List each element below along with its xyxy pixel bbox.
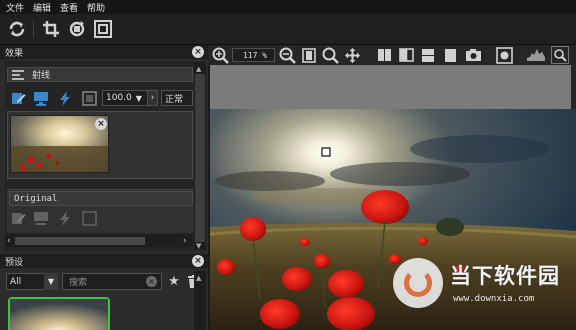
side-by-side-icon[interactable]: [398, 47, 414, 63]
refresh-icon[interactable]: [6, 18, 28, 40]
preset-search-input[interactable]: 搜索 ×: [62, 273, 162, 290]
lightning-icon[interactable]: [57, 90, 73, 106]
h-scroll-thumb[interactable]: [15, 237, 145, 245]
category-dropdown-icon[interactable]: ▼: [44, 273, 58, 290]
menu-edit[interactable]: 编辑: [33, 1, 51, 14]
opacity-value: 100.0: [106, 93, 132, 103]
clear-search-icon[interactable]: ×: [146, 276, 157, 287]
watermark-url: www.downxia.com: [453, 294, 535, 304]
scroll-left-icon[interactable]: ‹: [7, 236, 11, 246]
presets-scrollbar[interactable]: ▲: [194, 271, 206, 330]
effects-panel-header: 效果: [0, 45, 208, 59]
blend-mode-select[interactable]: 正常: [161, 90, 193, 106]
opacity-dropdown-icon[interactable]: ▼: [136, 94, 142, 103]
effects-h-scrollbar[interactable]: ‹ ›: [5, 235, 193, 247]
mask-icon[interactable]: [81, 210, 97, 226]
left-panel: 效果 × 射线 100.0 ▼ › 正常 × ▲ ▼ Original ‹ › …: [0, 45, 208, 330]
pan-move-icon[interactable]: [343, 46, 361, 64]
zoom-in-icon[interactable]: [211, 46, 229, 64]
next-arrow-icon[interactable]: ›: [147, 90, 158, 106]
navigator-icon[interactable]: [551, 46, 569, 64]
actual-size-icon[interactable]: [321, 46, 339, 64]
canvas-edge: [571, 65, 576, 109]
compare-icon[interactable]: [495, 46, 513, 64]
watermark-title: 当下软件园: [450, 264, 560, 288]
toolbar-divider: [33, 20, 34, 38]
menu-bar: 文件 编辑 查看 帮助: [0, 0, 576, 14]
canvas-border: [210, 65, 571, 109]
presets-panel-title: 预设: [5, 257, 24, 268]
histogram-icon[interactable]: [526, 47, 546, 63]
presets-panel-header: 预设: [0, 254, 208, 268]
remove-filter-icon[interactable]: ×: [95, 118, 107, 130]
split-horizontal-icon[interactable]: [420, 47, 436, 63]
edit-icon[interactable]: [10, 210, 26, 226]
zoom-level-value: 117 %: [242, 50, 268, 60]
scroll-right-icon[interactable]: ›: [183, 236, 187, 246]
preset-category-value: All: [10, 276, 22, 287]
menu-view[interactable]: 查看: [60, 1, 78, 14]
original-filter-header[interactable]: Original: [9, 191, 193, 206]
monitor-icon[interactable]: [33, 210, 49, 226]
split-view-icon[interactable]: [376, 47, 392, 63]
scroll-up-icon[interactable]: ▲: [196, 65, 201, 73]
crop-icon[interactable]: [40, 18, 62, 40]
filter-name: 射线: [32, 71, 51, 81]
filter-header[interactable]: 射线: [7, 67, 193, 82]
effects-panel-title: 效果: [5, 48, 24, 59]
snapshot-camera-icon[interactable]: [464, 47, 482, 63]
fit-window-icon[interactable]: [301, 47, 317, 63]
blend-mode-value: 正常: [165, 94, 184, 105]
main-image-canvas[interactable]: 当下软件园 www.downxia.com: [210, 109, 576, 330]
favorite-star-icon[interactable]: ★: [167, 274, 181, 289]
rotate-icon[interactable]: [66, 18, 88, 40]
preset-search-placeholder: 搜索: [69, 278, 88, 288]
monitor-icon[interactable]: [33, 90, 49, 106]
original-filter-controls: [10, 209, 110, 227]
lightning-icon[interactable]: [57, 210, 73, 226]
effects-scrollbar[interactable]: ▲ ▼: [194, 62, 206, 250]
presets-close-icon[interactable]: ×: [192, 255, 204, 267]
fit-screen-icon[interactable]: [92, 18, 114, 40]
mask-icon[interactable]: [81, 90, 97, 106]
filter-menu-icon[interactable]: [10, 68, 26, 81]
menu-help[interactable]: 帮助: [87, 1, 105, 14]
zoom-level-field[interactable]: 117 %: [232, 48, 275, 62]
scroll-thumb[interactable]: [195, 74, 205, 242]
watermark-logo-mark: [404, 269, 432, 297]
scroll-down-icon[interactable]: ▼: [196, 242, 201, 250]
presets-scroll-up-icon[interactable]: ▲: [196, 274, 201, 282]
preset-thumbnail[interactable]: [8, 297, 110, 330]
image-toolbar: 117 %: [208, 45, 576, 65]
preset-category-select[interactable]: All ▼: [6, 273, 58, 290]
original-filter-name: Original: [14, 193, 58, 204]
menu-file[interactable]: 文件: [6, 1, 24, 14]
zoom-out-icon[interactable]: [278, 46, 296, 64]
single-view-icon[interactable]: [442, 47, 458, 63]
edit-icon[interactable]: [10, 90, 26, 106]
effects-close-icon[interactable]: ×: [192, 46, 204, 58]
filter-controls: 100.0 ▼ › 正常: [10, 89, 196, 107]
main-toolbar: [0, 14, 576, 45]
